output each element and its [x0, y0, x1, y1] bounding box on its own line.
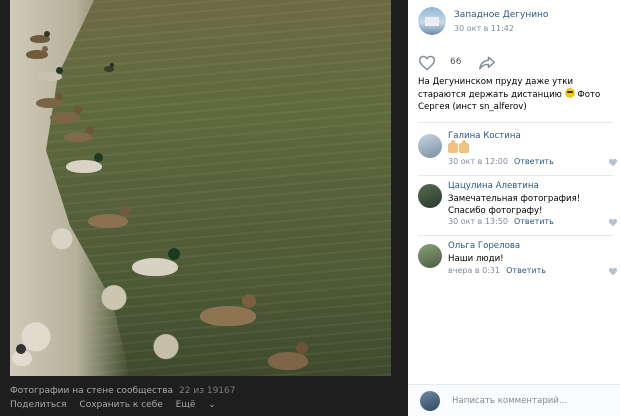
chevron-down-icon: ⌄	[208, 400, 216, 410]
divider	[418, 122, 613, 123]
avatar[interactable]	[418, 134, 442, 158]
post-date[interactable]: 30 окт в 11:42	[454, 24, 514, 33]
comment-date[interactable]: 30 окт в 12:00	[448, 157, 508, 166]
duck	[132, 248, 180, 276]
duck	[30, 31, 50, 43]
duck	[64, 126, 94, 142]
duck	[38, 67, 63, 81]
post-text: На Дегунинском пруду даже утки стараются…	[418, 76, 614, 113]
photo-caption-line: Фотографии на стене сообщества 22 из 1916…	[10, 386, 235, 396]
post-actions: 66	[418, 55, 618, 71]
duck	[66, 153, 103, 173]
comment-item: Цацулина Алевтина Замечательная фотограф…	[418, 181, 618, 233]
reply-link[interactable]: Ответить	[506, 266, 546, 275]
reply-link[interactable]: Ответить	[514, 157, 554, 166]
comment-composer	[408, 384, 620, 416]
share-link[interactable]: Поделиться	[10, 400, 67, 410]
comment-date[interactable]: вчера в 0:31	[448, 266, 500, 275]
duck	[26, 46, 48, 59]
duck	[200, 294, 256, 326]
more-link[interactable]: Ещё ⌄	[176, 400, 226, 410]
reply-link[interactable]: Ответить	[514, 217, 554, 226]
sunglasses-emoji-icon	[564, 88, 575, 98]
comment-input[interactable]	[452, 393, 612, 409]
avatar[interactable]	[418, 184, 442, 208]
avatar[interactable]	[420, 391, 440, 411]
save-link[interactable]: Сохранить к себе	[79, 400, 162, 410]
comment-meta: 30 окт в 12:00 Ответить	[448, 157, 554, 166]
comment-author[interactable]: Цацулина Алевтина	[448, 181, 539, 191]
photo-actions: Поделиться Сохранить к себе Ещё ⌄	[10, 400, 236, 410]
comment-text: Наши люди!	[448, 254, 504, 264]
heart-icon[interactable]	[608, 158, 618, 167]
duck	[104, 63, 114, 72]
comment-text	[448, 140, 618, 156]
heart-icon[interactable]	[608, 267, 618, 276]
post-header: Западное Дегунино 30 окт в 11:42	[418, 7, 618, 37]
heart-icon[interactable]	[608, 218, 618, 227]
comment-item: Ольга Горелова Наши люди! вчера в 0:31 От…	[418, 241, 618, 293]
comment-author[interactable]: Ольга Горелова	[448, 241, 520, 251]
comment-meta: 30 окт в 13:50 Ответить	[448, 217, 554, 226]
like-count: 66	[450, 57, 462, 67]
more-label: Ещё	[175, 400, 196, 410]
comment-meta: вчера в 0:31 Ответить	[448, 266, 546, 275]
community-avatar[interactable]	[418, 7, 446, 35]
photo-counter: 22 из 19167	[179, 386, 236, 396]
share-icon[interactable]	[478, 55, 496, 71]
avatar[interactable]	[418, 244, 442, 268]
duck	[50, 106, 82, 123]
comment-date[interactable]: 30 окт в 13:50	[448, 217, 508, 226]
pond-photo[interactable]	[10, 0, 391, 376]
photo-viewer: Фотографии на стене сообщества 22 из 1916…	[0, 0, 408, 416]
divider	[418, 175, 613, 176]
comment-text: Замечательная фотография! Спасибо фотогр…	[448, 194, 581, 216]
duck	[36, 93, 63, 108]
duck	[12, 344, 32, 366]
thumbs-up-emoji-icon	[448, 140, 458, 153]
post-panel: Западное Дегунино 30 окт в 11:42 66 На Д…	[408, 0, 620, 416]
photo-footer: Фотографии на стене сообщества 22 из 1916…	[10, 386, 391, 416]
duck	[268, 342, 308, 370]
thumbs-up-emoji-icon	[459, 140, 469, 153]
community-name[interactable]: Западное Дегунино	[454, 10, 548, 20]
album-caption[interactable]: Фотографии на стене сообщества	[10, 386, 173, 396]
divider	[418, 235, 613, 236]
duck	[88, 206, 130, 228]
comment-author[interactable]: Галина Костина	[448, 131, 521, 141]
heart-icon[interactable]	[418, 55, 436, 71]
post-text-main: На Дегунинском пруду даже утки стараются…	[418, 77, 574, 100]
